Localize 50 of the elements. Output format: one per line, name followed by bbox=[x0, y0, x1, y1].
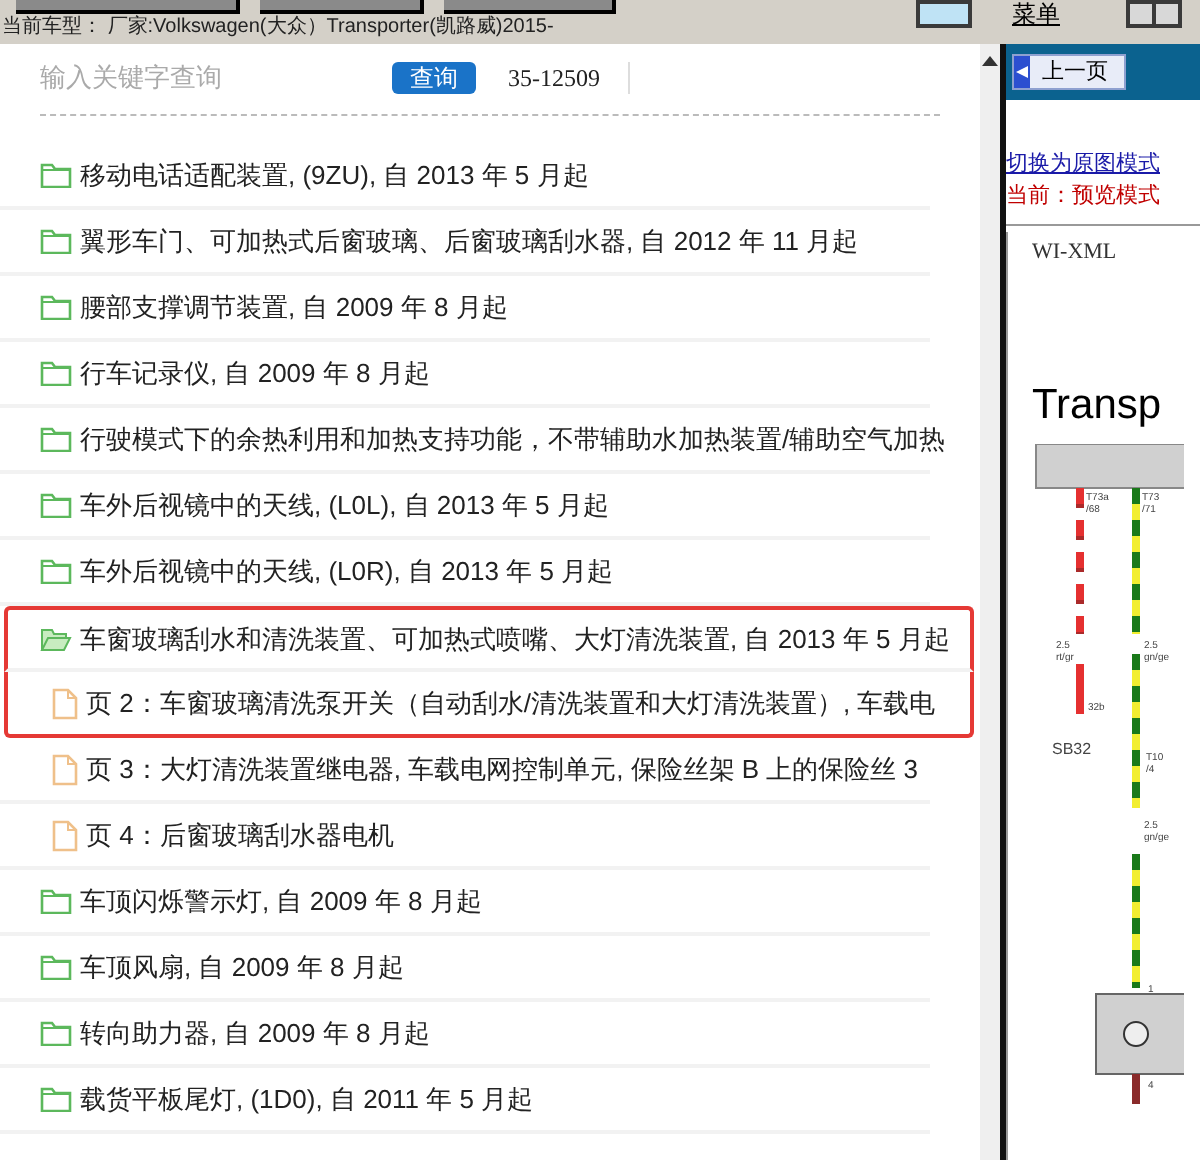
tree-row[interactable]: 车顶风扇, 自 2009 年 8 月起 bbox=[0, 936, 930, 1002]
prev-page-button[interactable]: 上一页 bbox=[1012, 54, 1126, 90]
split-view-icon[interactable] bbox=[1126, 0, 1182, 28]
wire-label: SB32 bbox=[1052, 740, 1092, 758]
tree-row[interactable]: 页 4：后窗玻璃刮水器电机 bbox=[0, 804, 930, 870]
tree-row[interactable]: 移动电话适配装置, (9ZU), 自 2013 年 5 月起 bbox=[0, 144, 930, 210]
tree-row[interactable]: 翼形车门、可加热式后窗玻璃、后窗玻璃刮水器, 自 2012 年 11 月起 bbox=[0, 210, 930, 276]
tree-item[interactable]: 翼形车门、可加热式后窗玻璃、后窗玻璃刮水器, 自 2012 年 11 月起 bbox=[80, 221, 859, 261]
tree-item[interactable]: 行驶模式下的余热利用和加热支持功能，不带辅助水加热装置/辅助空气加热 bbox=[80, 419, 946, 459]
tree-row[interactable]: 车外后视镜中的天线, (L0R), 自 2013 年 5 月起 bbox=[0, 540, 930, 606]
tree-item[interactable]: 页 4：后窗玻璃刮水器电机 bbox=[86, 815, 394, 855]
tree-item[interactable]: 转向助力器, 自 2009 年 8 月起 bbox=[80, 1013, 430, 1053]
tree-row[interactable]: 腰部支撑调节装置, 自 2009 年 8 月起 bbox=[0, 276, 930, 342]
tree-row[interactable]: 行车记录仪, 自 2009 年 8 月起 bbox=[0, 342, 930, 408]
document-icon bbox=[52, 687, 78, 719]
page-icon[interactable] bbox=[916, 0, 972, 28]
scrollbar[interactable] bbox=[980, 44, 1000, 1160]
original-mode-link[interactable]: 切换为原图模式 bbox=[1006, 148, 1200, 180]
tree-item[interactable]: 腰部支撑调节装置, 自 2009 年 8 月起 bbox=[80, 287, 508, 327]
tree-item[interactable]: 行车记录仪, 自 2009 年 8 月起 bbox=[80, 353, 430, 393]
toolbar-button[interactable] bbox=[16, 0, 240, 14]
menu-link[interactable]: 菜单 bbox=[1012, 0, 1060, 44]
tree-row[interactable]: 车窗玻璃刮水和清洗装置、可加热式喷嘴、大灯清洗装置, 自 2013 年 5 月起 bbox=[4, 606, 974, 672]
search-field[interactable]: 输入关键字查询 bbox=[40, 58, 340, 98]
tree-item[interactable]: 车顶闪烁警示灯, 自 2009 年 8 月起 bbox=[80, 881, 482, 921]
tree-item[interactable]: 页 3：大灯清洗装置继电器, 车载电网控制单元, 保险丝架 B 上的保险丝 3 bbox=[86, 749, 919, 789]
tree-row[interactable]: 页 2：车窗玻璃清洗泵开关（自动刮水/清洗装置和大灯清洗装置）, 车载电 bbox=[4, 672, 974, 738]
code-label: 35-12509 bbox=[508, 62, 600, 96]
toolbar-button[interactable] bbox=[260, 0, 424, 14]
tree-row[interactable]: 页 3：大灯清洗装置继电器, 车载电网控制单元, 保险丝架 B 上的保险丝 3 bbox=[0, 738, 930, 804]
search-button[interactable]: 查询 bbox=[392, 62, 476, 94]
tree-item[interactable]: 车外后视镜中的天线, (L0L), 自 2013 年 5 月起 bbox=[80, 485, 609, 525]
tree-item[interactable]: 车顶风扇, 自 2009 年 8 月起 bbox=[80, 947, 404, 987]
tree-item[interactable]: 移动电话适配装置, (9ZU), 自 2013 年 5 月起 bbox=[80, 155, 589, 195]
tree-item[interactable]: 载货平板尾灯, (1D0), 自 2011 年 5 月起 bbox=[80, 1079, 534, 1119]
document-icon bbox=[52, 819, 78, 851]
tree-row[interactable]: 车顶闪烁警示灯, 自 2009 年 8 月起 bbox=[0, 870, 930, 936]
mode-status: 当前：预览模式 bbox=[1006, 182, 1162, 212]
tree-row[interactable]: 转向助力器, 自 2009 年 8 月起 bbox=[0, 1002, 930, 1068]
tree-item[interactable]: 车窗玻璃刮水和清洗装置、可加热式喷嘴、大灯清洗装置, 自 2013 年 5 月起 bbox=[80, 619, 950, 659]
document-icon bbox=[52, 753, 78, 785]
tree-item[interactable]: 页 2：车窗玻璃清洗泵开关（自动刮水/清洗装置和大灯清洗装置）, 车载电 bbox=[86, 683, 936, 723]
vehicle-label: 当前车型： 厂家:Volkswagen(大众）Transporter(凯路威)2015- bbox=[0, 16, 556, 40]
tree-item[interactable]: 车外后视镜中的天线, (L0R), 自 2013 年 5 月起 bbox=[80, 551, 614, 591]
doc-header: WI-XML bbox=[1032, 238, 1119, 268]
toolbar-button[interactable] bbox=[444, 0, 616, 14]
scroll-up-icon[interactable] bbox=[982, 56, 998, 66]
tree-row[interactable]: 载货平板尾灯, (1D0), 自 2011 年 5 月起 bbox=[0, 1068, 930, 1134]
diagram-title: Transp bbox=[1032, 379, 1164, 431]
tree-row[interactable]: 车外后视镜中的天线, (L0L), 自 2013 年 5 月起 bbox=[0, 474, 930, 540]
